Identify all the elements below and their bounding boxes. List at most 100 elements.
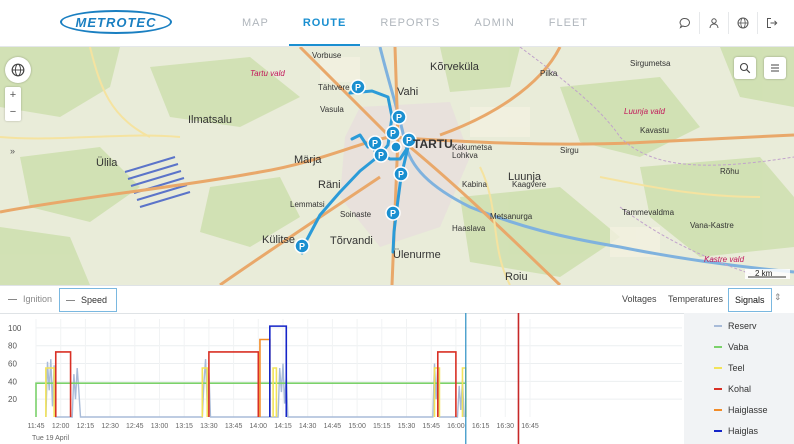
y-tick-label: 80 <box>8 342 17 351</box>
place-kakumetsa: Kakumetsa <box>452 143 493 152</box>
svg-text:P: P <box>299 242 305 252</box>
place-kavastu: Kavastu <box>640 126 669 135</box>
place-marja: Märja <box>294 154 322 166</box>
x-tick-label: 14:15 <box>274 423 292 430</box>
x-tick-label: 12:45 <box>126 423 144 430</box>
sort-arrows-icon[interactable]: ⇕ <box>774 292 782 303</box>
nav-map[interactable]: MAP <box>228 0 283 46</box>
place-vana-kastre: Vana-Kastre <box>690 221 734 230</box>
legend-teel[interactable]: Teel <box>714 363 745 373</box>
place-korvekula: Kõrveküla <box>430 61 479 73</box>
nav-route[interactable]: ROUTE <box>288 0 361 46</box>
route-map[interactable]: P P P P P P P P P Vorbuse Vahi Kõrveküla… <box>0 47 794 285</box>
user-icon[interactable] <box>699 12 728 34</box>
plot-area <box>36 319 682 417</box>
place-metsanurga: Metsanurga <box>490 212 533 221</box>
map-search-button[interactable] <box>734 57 756 79</box>
legend-swatch <box>714 388 722 390</box>
tab-signals[interactable]: Signals <box>728 288 772 312</box>
nav-fleet[interactable]: FLEET <box>535 0 602 46</box>
metrotec-logo[interactable]: METROTEC <box>60 10 172 34</box>
x-tick-label: 16:45 <box>521 423 539 430</box>
place-kabina: Kabina <box>462 180 487 189</box>
y-tick-label: 60 <box>8 360 17 369</box>
header-icons <box>671 12 786 34</box>
map-layers-button[interactable] <box>5 57 31 83</box>
tab-speed-label: Speed <box>81 295 108 305</box>
logout-icon[interactable] <box>757 12 786 34</box>
x-tick-label: 15:30 <box>398 423 416 430</box>
x-tick-label: 13:45 <box>225 423 243 430</box>
x-tick-label: 14:30 <box>299 423 317 430</box>
place-vorbuse: Vorbuse <box>312 51 342 60</box>
x-tick-label: 13:15 <box>175 423 193 430</box>
map-scale-label: 2 km <box>755 269 773 278</box>
x-tick-label: 15:15 <box>373 423 391 430</box>
x-tick-label: 15:00 <box>348 423 366 430</box>
zoom-in-button[interactable]: + <box>5 87 21 104</box>
nav-admin[interactable]: ADMIN <box>460 0 528 46</box>
x-tick-label: 14:00 <box>250 423 268 430</box>
legend-vaba[interactable]: Vaba <box>714 342 748 352</box>
place-ilmatsalu: Ilmatsalu <box>188 114 233 126</box>
place-vasula: Vasula <box>320 105 344 114</box>
legend-label: Haiglasse <box>728 405 768 415</box>
place-ulila: Ülila <box>96 157 118 169</box>
globe-icon[interactable] <box>728 12 757 34</box>
place-rani: Räni <box>318 179 341 191</box>
main-nav: MAP ROUTE REPORTS ADMIN FLEET <box>228 0 608 46</box>
app-header: METROTEC MAP ROUTE REPORTS ADMIN FLEET <box>0 0 794 47</box>
tab-temperatures[interactable]: Temperatures <box>668 288 723 310</box>
legend-reserv[interactable]: Reserv <box>714 321 757 331</box>
x-tick-label: 12:15 <box>77 423 95 430</box>
legend-swatch <box>714 409 722 411</box>
place-haaslava: Haaslava <box>452 224 486 233</box>
place-sirgu: Sirgu <box>560 146 579 155</box>
place-kastre-vald: Kastre vald <box>704 255 745 264</box>
place-soinaste: Soinaste <box>340 210 372 219</box>
tab-speed[interactable]: Speed <box>59 288 117 312</box>
x-tick-label: 16:00 <box>447 423 465 430</box>
legend-haiglas[interactable]: Haiglas <box>714 426 758 436</box>
place-kaagvere: Kaagvere <box>512 180 547 189</box>
nav-reports[interactable]: REPORTS <box>366 0 454 46</box>
svg-text:P: P <box>406 136 412 146</box>
place-tartu: TARTU <box>413 137 453 151</box>
tab-voltages[interactable]: Voltages <box>622 288 657 310</box>
x-tick-label: 12:30 <box>101 423 119 430</box>
place-tammevaldma: Tammevaldma <box>622 208 675 217</box>
svg-text:P: P <box>390 129 396 139</box>
place-vahi: Vahi <box>397 86 419 98</box>
legend-label: Vaba <box>728 342 749 352</box>
chat-icon[interactable] <box>671 12 699 34</box>
place-lohkva: Lohkva <box>452 151 478 160</box>
place-torvandi: Tõrvandi <box>330 235 373 247</box>
expand-panel-button[interactable]: » <box>10 146 15 156</box>
search-icon <box>739 62 751 74</box>
x-tick-label: 16:30 <box>497 423 515 430</box>
legend-swatch <box>714 325 722 327</box>
x-tick-label: 12:00 <box>52 423 70 430</box>
svg-text:P: P <box>372 139 378 149</box>
place-rohu: Rõhu <box>720 167 740 176</box>
map-menu-button[interactable] <box>764 57 786 79</box>
zoom-out-button[interactable]: − <box>5 104 21 121</box>
logo-text: METROTEC <box>75 14 157 30</box>
signals-chart[interactable]: 20 40 60 80 100 11:45 12:00 12:15 12:30 12:45 13:0… <box>0 313 682 444</box>
x-tick-label: 16:15 <box>472 423 490 430</box>
zoom-controls: + − <box>5 87 21 121</box>
tab-ignition-label: Ignition <box>23 294 53 304</box>
legend-haiglasse[interactable]: Haiglasse <box>714 405 768 415</box>
chart-legend: Reserv Vaba Teel Kohal Haiglasse Haiglas <box>684 313 794 444</box>
y-tick-label: 100 <box>8 324 22 333</box>
chart-tabbar: Ignition Speed Voltages Temperatures Sig… <box>0 285 794 314</box>
legend-kohal[interactable]: Kohal <box>714 384 751 394</box>
tab-ignition[interactable]: Ignition <box>2 288 58 310</box>
svg-text:P: P <box>378 151 384 161</box>
legend-label: Reserv <box>728 321 757 331</box>
svg-text:P: P <box>398 170 404 180</box>
place-sirgumetsa: Sirgumetsa <box>630 59 671 68</box>
place-ulenurme: Ülenurme <box>393 249 441 261</box>
svg-text:P: P <box>396 113 402 123</box>
place-lemmatsi: Lemmatsi <box>290 200 325 209</box>
